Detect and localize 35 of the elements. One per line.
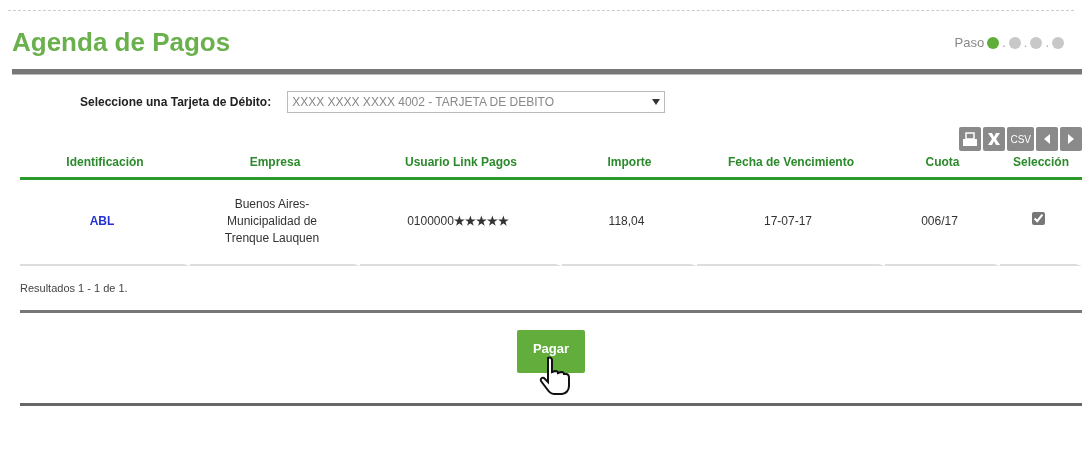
hand-cursor-icon xyxy=(538,356,571,397)
next-button[interactable] xyxy=(1060,127,1082,151)
printer-icon xyxy=(962,131,979,147)
previous-button[interactable] xyxy=(1036,127,1058,151)
excel-button[interactable] xyxy=(983,127,1006,151)
step-separator: . xyxy=(1002,34,1006,53)
page-title: Agenda de Pagos xyxy=(12,29,231,55)
dropdown-arrow-icon xyxy=(652,99,661,105)
results-text: Resultados 1 - 1 de 1. xyxy=(20,280,129,296)
amount-cell: 118,04 xyxy=(608,213,645,228)
print-button[interactable] xyxy=(959,127,982,151)
column-header: Fecha de Vencimiento xyxy=(727,155,854,171)
column-header: Selección xyxy=(1013,155,1069,171)
column-header: Importe xyxy=(607,155,652,171)
due-date-cell: 17-07-17 xyxy=(763,213,812,228)
user-cell: 0100000 xyxy=(407,213,454,228)
csv-button[interactable]: CSV xyxy=(1007,127,1034,151)
masked-user-text: ★★★★★ xyxy=(453,213,509,228)
right-arrow-icon xyxy=(1067,133,1075,145)
card-select-label: Seleccione una Tarjeta de Débito: xyxy=(80,94,272,111)
step-separator: . xyxy=(1045,34,1049,53)
step-label: Paso xyxy=(954,34,985,53)
column-header: Empresa xyxy=(249,155,301,171)
pay-button[interactable]: Pagar xyxy=(516,330,586,373)
left-arrow-icon xyxy=(1043,133,1051,145)
card-select[interactable]: XXXX XXXX XXXX 4002 - TARJETA DE DEBITO xyxy=(287,91,666,113)
column-header: Usuario Link Pagos xyxy=(405,155,517,171)
x-icon xyxy=(986,132,1003,146)
installment-cell: 006/17 xyxy=(921,213,958,228)
step-separator: . xyxy=(1023,34,1028,53)
selection-checkbox[interactable] xyxy=(1031,212,1045,226)
column-header: Identificación xyxy=(66,155,144,171)
column-header: Cuota xyxy=(925,155,960,171)
identification-link[interactable]: ABL xyxy=(89,213,115,228)
company-cell-text: Buenos Aires-Municipalidad de Trenque Lauquen xyxy=(223,195,321,248)
